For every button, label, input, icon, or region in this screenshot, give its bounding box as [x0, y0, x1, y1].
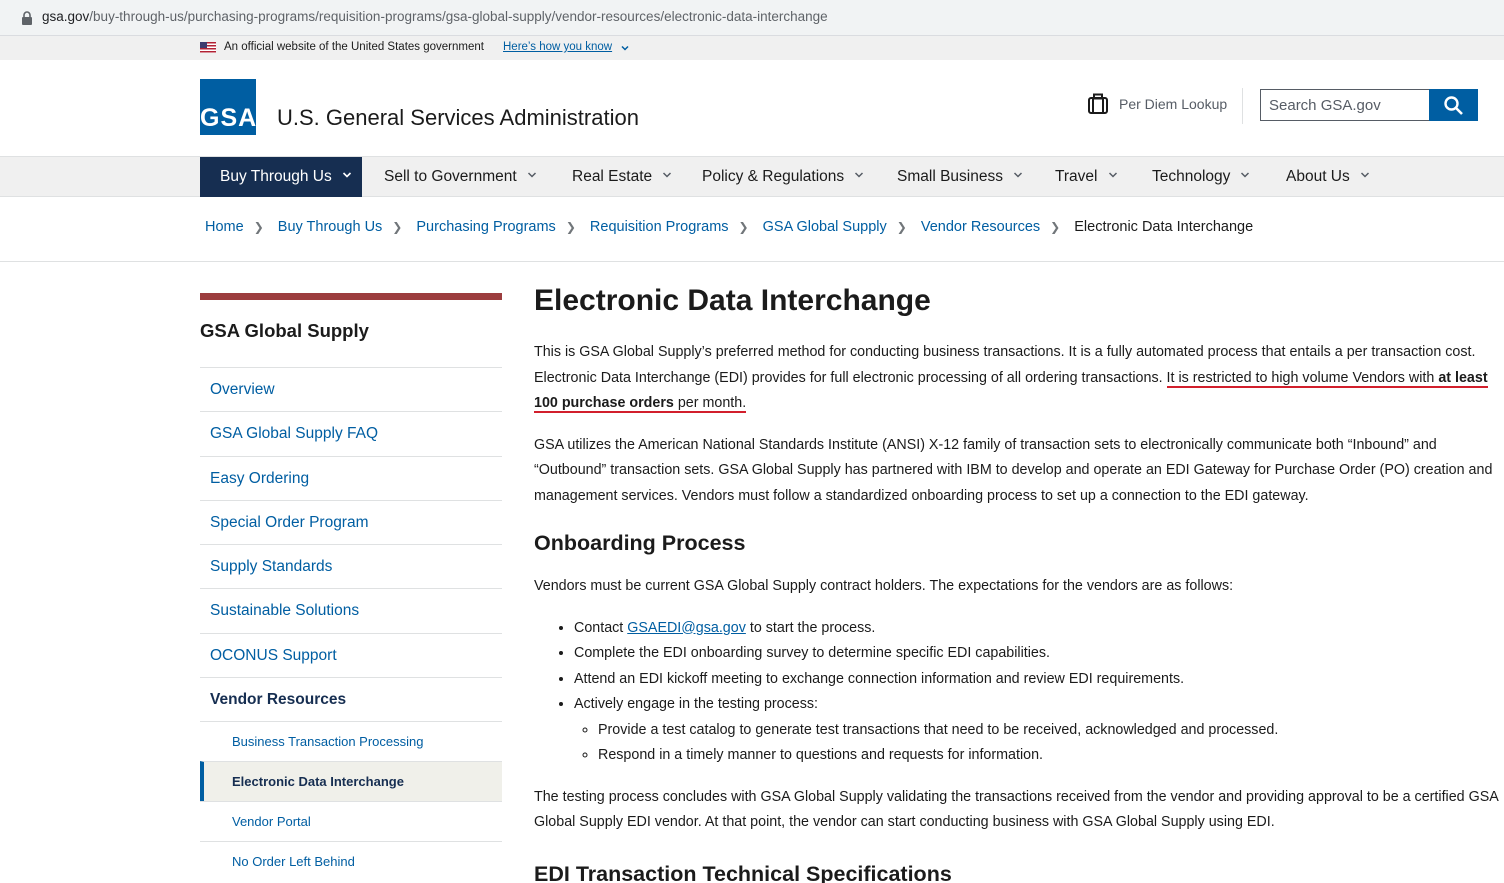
onboarding-list: Contact GSAEDI@gsa.gov to start the proc… [534, 616, 1500, 769]
list-item: Provide a test catalog to generate test … [598, 718, 1500, 744]
chevron-down-icon [855, 172, 864, 178]
breadcrumb-vendor-resources[interactable]: Vendor Resources [921, 219, 1040, 235]
sidebar-item-easy-ordering[interactable]: Easy Ordering [200, 455, 502, 500]
chevron-right-icon: ❯ [392, 220, 403, 234]
page-title: Electronic Data Interchange [534, 284, 931, 317]
nav-buy-through-us[interactable]: Buy Through Us [200, 157, 362, 197]
list-item: Actively engage in the testing process: … [574, 692, 1500, 769]
chevron-down-icon [342, 172, 351, 178]
chevron-right-icon: ❯ [565, 220, 576, 234]
search-icon [1444, 96, 1463, 115]
chevron-right-icon: ❯ [738, 220, 749, 234]
us-flag-icon [200, 42, 216, 53]
nav-technology[interactable]: Technology [1152, 157, 1250, 197]
main-content: Electronic Data Interchange This is GSA … [534, 284, 1500, 883]
chevron-right-icon: ❯ [1050, 220, 1061, 234]
lock-icon [22, 11, 32, 25]
gov-banner: An official website of the United States… [0, 36, 1504, 60]
list-item: Attend an EDI kickoff meeting to exchang… [574, 667, 1500, 693]
how-you-know-link[interactable]: Here’s how you know [503, 41, 612, 53]
header-divider [1242, 88, 1243, 124]
nav-about-us[interactable]: About Us [1286, 157, 1370, 197]
breadcrumb: Home ❯ Buy Through Us ❯ Purchasing Program… [205, 219, 1253, 235]
search-button[interactable] [1429, 89, 1478, 121]
list-item: Respond in a timely manner to questions … [598, 743, 1500, 769]
sidebar-item-oconus-support[interactable]: OCONUS Support [200, 632, 502, 677]
chevron-down-icon [1360, 172, 1369, 178]
breadcrumb-purchasing-programs[interactable]: Purchasing Programs [416, 219, 555, 235]
suitcase-icon [1088, 93, 1108, 114]
sidebar-subitem-vendor-portal[interactable]: Vendor Portal [200, 801, 502, 841]
chevron-down-icon [663, 172, 672, 178]
chevron-down-icon [527, 172, 536, 178]
chevron-down-icon [1013, 172, 1022, 178]
intro-paragraph: This is GSA Global Supply’s preferred me… [534, 344, 1488, 413]
breadcrumb-home[interactable]: Home [205, 219, 244, 235]
url-text[interactable]: gsa.gov/buy-through-us/purchasing-progra… [42, 9, 828, 24]
per-diem-label: Per Diem Lookup [1119, 96, 1228, 112]
gsa-logo[interactable]: GSA [200, 79, 256, 135]
search-input[interactable] [1260, 89, 1430, 121]
breadcrumb-requisition-programs[interactable]: Requisition Programs [590, 219, 729, 235]
gsaedi-email-link[interactable]: GSAEDI@gsa.gov [627, 620, 746, 636]
ansi-paragraph: GSA utilizes the American National Stand… [534, 436, 1493, 504]
sidebar-subitem-electronic-data-interchange[interactable]: Electronic Data Interchange [200, 761, 502, 802]
sidebar-subitem-no-order-left-behind[interactable]: No Order Left Behind [200, 841, 502, 881]
list-item: Complete the EDI onboarding survey to de… [574, 641, 1500, 667]
sidebar-nav: Overview GSA Global Supply FAQ Easy Orde… [200, 367, 502, 881]
chevron-down-icon [1241, 172, 1250, 178]
sidebar-item-supply-standards[interactable]: Supply Standards [200, 544, 502, 588]
agency-name[interactable]: U.S. General Services Administration [277, 105, 639, 131]
sidebar-subitem-business-transaction-processing[interactable]: Business Transaction Processing [200, 721, 502, 761]
nav-real-estate[interactable]: Real Estate [572, 157, 672, 197]
gov-banner-text: An official website of the United States… [224, 41, 484, 53]
breadcrumb-current: Electronic Data Interchange [1074, 219, 1254, 235]
onboarding-intro: Vendors must be current GSA Global Suppl… [534, 578, 1234, 594]
nav-sell-to-government[interactable]: Sell to Government [384, 157, 537, 197]
breadcrumb-gsa-global-supply[interactable]: GSA Global Supply [763, 219, 887, 235]
chevron-right-icon: ❯ [896, 220, 907, 234]
sidebar-item-sustainable-solutions[interactable]: Sustainable Solutions [200, 588, 502, 632]
sidebar-item-vendor-resources[interactable]: Vendor Resources [200, 677, 502, 721]
sidebar-item-overview[interactable]: Overview [200, 367, 502, 411]
chevron-right-icon: ❯ [253, 220, 264, 234]
nav-policy-regulations[interactable]: Policy & Regulations [702, 157, 864, 197]
breadcrumb-divider [0, 261, 1504, 262]
sidebar-item-special-order-program[interactable]: Special Order Program [200, 499, 502, 544]
sidebar-item-faq[interactable]: GSA Global Supply FAQ [200, 411, 502, 455]
chevron-down-icon[interactable] [620, 43, 630, 53]
sidebar-title: GSA Global Supply [200, 320, 369, 341]
chevron-down-icon [1108, 172, 1117, 178]
testing-sublist: Provide a test catalog to generate test … [574, 718, 1500, 769]
sidebar-accent-bar [200, 293, 502, 300]
specs-heading: EDI Transaction Technical Specifications [534, 861, 952, 883]
breadcrumb-buy-through-us[interactable]: Buy Through Us [278, 219, 383, 235]
list-item: Contact GSAEDI@gsa.gov to start the proc… [574, 616, 1500, 642]
nav-travel[interactable]: Travel [1055, 157, 1118, 197]
browser-address-bar[interactable]: gsa.gov/buy-through-us/purchasing-progra… [0, 0, 1504, 36]
nav-small-business[interactable]: Small Business [897, 157, 1023, 197]
onboarding-heading: Onboarding Process [534, 531, 746, 555]
testing-conclusion-paragraph: The testing process concludes with GSA G… [534, 788, 1498, 831]
primary-nav: Buy Through Us Sell to Government Real E… [0, 156, 1504, 197]
